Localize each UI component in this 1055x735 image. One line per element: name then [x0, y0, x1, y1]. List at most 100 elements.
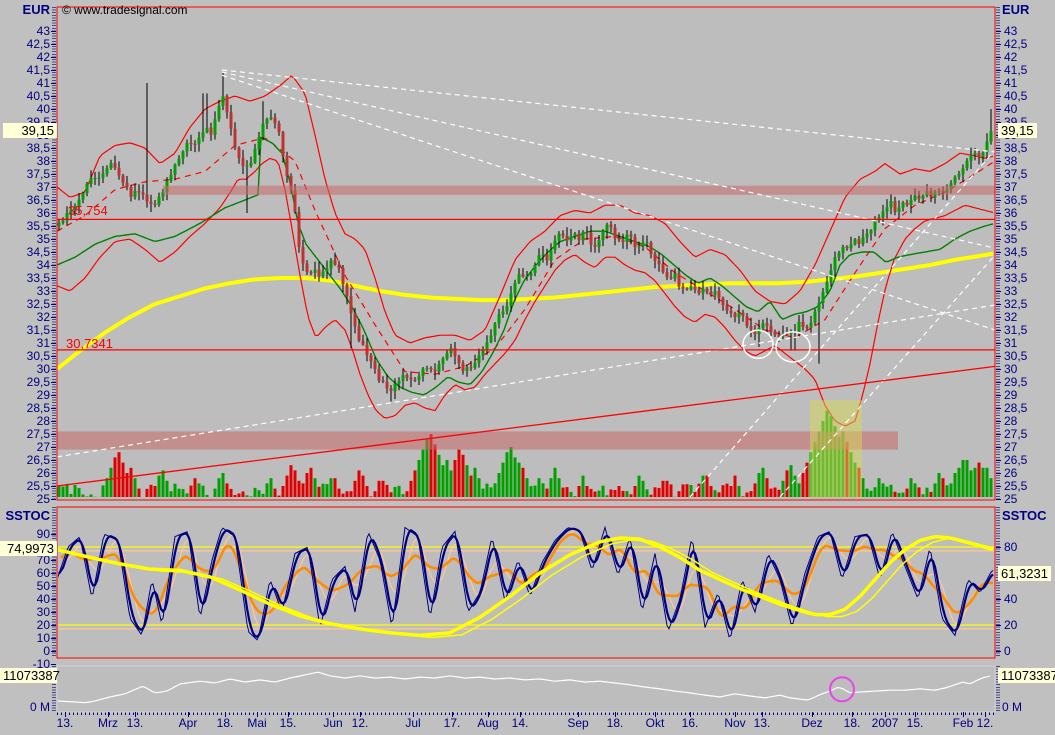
x-axis-label: 18.	[606, 716, 624, 730]
price-tick-left: 43	[36, 24, 50, 38]
axis-tick-mark	[996, 343, 1001, 344]
axis-tick-mark	[996, 109, 1001, 110]
price-tick-right: 25,5	[1004, 479, 1028, 493]
price-tick-right: 34	[1004, 258, 1018, 272]
price-tick-right: 27,5	[1004, 427, 1028, 441]
x-axis-label: 12.	[351, 716, 369, 730]
price-tick-left: 41	[36, 76, 50, 90]
price-tick-left: 34,5	[26, 245, 50, 259]
x-axis-month-tick	[578, 712, 579, 717]
axis-tick-mark	[996, 83, 1001, 84]
sstoc-value-label-left: 74,9973	[0, 541, 57, 556]
price-tick-right: 30,5	[1004, 349, 1028, 363]
x-axis-month-tick	[963, 712, 964, 717]
price-tick-left: 42,5	[26, 37, 50, 51]
volume-zero-label-right: 0 M	[1002, 700, 1023, 714]
axis-tick-mark	[996, 148, 1001, 149]
price-tick-left: 33	[36, 284, 50, 298]
price-tick-right: 28	[1004, 414, 1018, 428]
price-tick-right: 38	[1004, 154, 1018, 168]
axis-tick-mark	[996, 408, 1001, 409]
axis-tick-mark	[51, 625, 56, 626]
axis-tick-mark	[51, 226, 56, 227]
x-axis-month-tick	[135, 712, 136, 717]
price-tick-right: 27	[1004, 440, 1018, 454]
volume-value-label-right: 11073387	[998, 668, 1055, 683]
x-axis-label: 16.	[681, 716, 699, 730]
price-tick-right: 30	[1004, 362, 1018, 376]
price-axis-title-left: EUR	[22, 2, 50, 17]
x-axis-month-tick	[188, 712, 189, 717]
axis-tick-mark	[996, 44, 1001, 45]
sstoc-tick-left: 20	[36, 618, 50, 632]
price-tick-left: 37,5	[26, 167, 50, 181]
price-tick-right: 41,5	[1004, 63, 1028, 77]
axis-tick-mark	[51, 382, 56, 383]
axis-tick-mark	[51, 213, 56, 214]
axis-tick-mark	[51, 70, 56, 71]
axis-tick-mark	[51, 599, 56, 600]
price-axis-title-right: EUR	[1002, 2, 1030, 17]
price-tick-left: 38,5	[26, 141, 50, 155]
axis-tick-mark	[51, 534, 56, 535]
x-axis-label: 15.	[906, 716, 924, 730]
price-tick-right: 34,5	[1004, 245, 1028, 259]
x-axis-month-tick	[333, 712, 334, 717]
axis-tick-mark	[996, 31, 1001, 32]
price-tick-left: 32	[36, 310, 50, 324]
x-axis-label: 12.	[976, 716, 994, 730]
axis-tick-mark	[996, 434, 1001, 435]
axis-tick-mark	[51, 148, 56, 149]
axis-tick-mark	[51, 356, 56, 357]
axis-tick-mark	[996, 226, 1001, 227]
x-axis-label: Apr	[178, 716, 198, 730]
price-tick-left: 31	[36, 336, 50, 350]
x-axis-month-tick	[108, 712, 109, 717]
axis-tick-mark	[996, 486, 1001, 487]
x-axis-label: 13.	[126, 716, 144, 730]
sstoc-tick-left: 10	[36, 631, 50, 645]
axis-tick-mark	[51, 330, 56, 331]
x-axis-month-tick	[615, 712, 616, 717]
axis-tick-mark	[996, 625, 1001, 626]
x-axis-month-tick	[690, 712, 691, 717]
axis-tick-mark	[996, 200, 1001, 201]
last-price-label-left: 39,15	[3, 123, 57, 138]
x-axis-month-tick	[520, 712, 521, 717]
level-label-35754: 35,754	[68, 203, 108, 218]
axis-tick-mark	[996, 213, 1001, 214]
axis-tick-mark	[996, 239, 1001, 240]
price-tick-right: 28,5	[1004, 401, 1028, 415]
price-tick-right: 40,5	[1004, 89, 1028, 103]
level-label-307341: 30,7341	[66, 336, 113, 351]
axis-tick-mark	[996, 599, 1001, 600]
axis-tick-mark	[51, 434, 56, 435]
price-tick-left: 26	[36, 466, 50, 480]
axis-tick-mark	[51, 187, 56, 188]
price-tick-left: 25,5	[26, 479, 50, 493]
price-tick-left: 28,5	[26, 401, 50, 415]
x-axis-label: 13.	[56, 716, 74, 730]
x-axis-month-tick	[413, 712, 414, 717]
sstoc-axis-title-left: SSTOC	[5, 508, 50, 523]
axis-tick-mark	[51, 395, 56, 396]
price-tick-right: 32	[1004, 310, 1018, 324]
axis-tick-mark	[51, 109, 56, 110]
axis-tick-mark	[51, 252, 56, 253]
x-axis-month-tick	[762, 712, 763, 717]
axis-tick-mark	[51, 664, 56, 665]
axis-tick-mark	[996, 499, 1001, 500]
chart-canvas[interactable]	[0, 0, 1055, 735]
x-axis-month-tick	[488, 712, 489, 717]
price-tick-left: 26,5	[26, 453, 50, 467]
axis-tick-mark	[996, 473, 1001, 474]
axis-tick-mark	[51, 560, 56, 561]
x-axis-month-tick	[257, 712, 258, 717]
axis-tick-mark	[51, 200, 56, 201]
axis-tick-mark	[51, 460, 56, 461]
x-axis-month-tick	[812, 712, 813, 717]
axis-tick-mark	[51, 586, 56, 587]
axis-tick-mark	[996, 460, 1001, 461]
price-tick-left: 29,5	[26, 375, 50, 389]
x-axis-month-tick	[985, 712, 986, 717]
